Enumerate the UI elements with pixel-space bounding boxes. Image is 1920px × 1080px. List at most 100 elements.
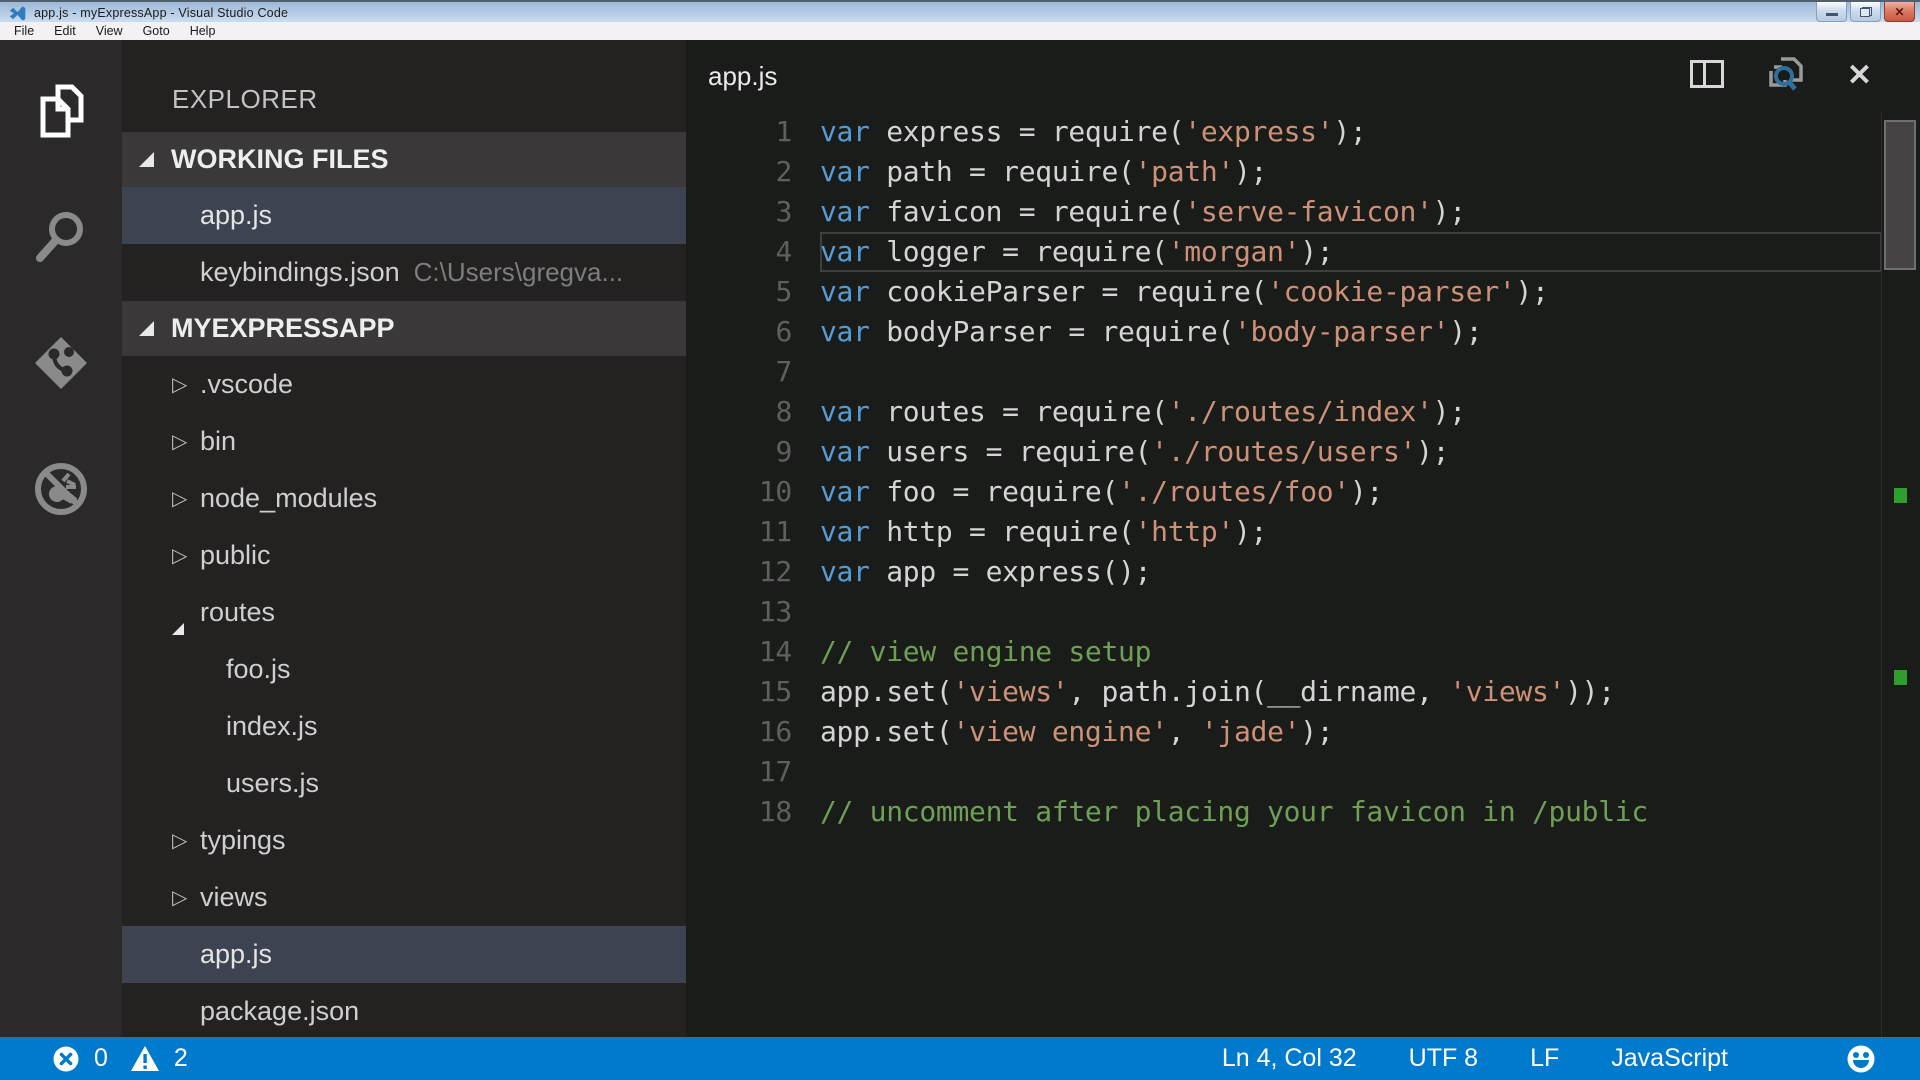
code-line[interactable]: 10var foo = require('./routes/foo');	[686, 472, 1882, 512]
code-token: );	[1433, 195, 1466, 228]
split-editor-icon	[1689, 59, 1725, 89]
code-line[interactable]: 12var app = express();	[686, 552, 1882, 592]
code-line[interactable]: 5var cookieParser = require('cookie-pars…	[686, 272, 1882, 312]
item-label: typings	[200, 825, 286, 856]
tree-folder-routes[interactable]: routes	[122, 584, 686, 641]
tree-folder-typings[interactable]: ▷typings	[122, 812, 686, 869]
section-label: MYEXPRESSAPP	[171, 313, 395, 344]
code-token: );	[1300, 235, 1333, 268]
line-number: 3	[686, 192, 820, 232]
editor-tab-title[interactable]: app.js	[708, 61, 777, 92]
open-preview-icon	[1767, 55, 1805, 93]
code-token: routes = require(	[870, 395, 1168, 428]
code-token: );	[1433, 395, 1466, 428]
code-token: ));	[1565, 675, 1615, 708]
activity-git-button[interactable]	[32, 334, 90, 392]
tree-folder-vscode[interactable]: ▷.vscode	[122, 356, 686, 413]
line-number: 6	[686, 312, 820, 352]
tree-file-users-js[interactable]: users.js	[122, 755, 686, 812]
activity-debug-button[interactable]	[32, 460, 90, 518]
tree-folder-bin[interactable]: ▷bin	[122, 413, 686, 470]
close-editor-button[interactable]: ✕	[1847, 61, 1872, 91]
section-expanded-icon	[139, 321, 154, 336]
menu-help[interactable]: Help	[180, 24, 226, 38]
menu-file[interactable]: File	[4, 24, 44, 38]
editor-scrollbar[interactable]	[1881, 112, 1920, 1037]
code-token: var	[820, 395, 870, 428]
tree-folder-views[interactable]: ▷views	[122, 869, 686, 926]
editor-pane: app.js	[686, 40, 1920, 1037]
tree-file-keybindings-json[interactable]: keybindings.jsonC:\Users\gregva...	[122, 244, 686, 301]
minimize-button[interactable]	[1816, 2, 1847, 22]
eol-indicator[interactable]: LF	[1530, 1044, 1559, 1073]
item-label: node_modules	[200, 483, 377, 514]
tree-folder-node-modules[interactable]: ▷node_modules	[122, 470, 686, 527]
line-number: 5	[686, 272, 820, 312]
warning-icon	[130, 1045, 160, 1072]
item-label: index.js	[226, 711, 318, 742]
code-area[interactable]: 1var express = require('express');2var p…	[686, 112, 1882, 1037]
line-content: var bodyParser = require('body-parser');	[820, 312, 1882, 352]
file-tree: WORKING FILESapp.jskeybindings.jsonC:\Us…	[122, 132, 686, 1037]
code-line[interactable]: 17	[686, 752, 1882, 792]
tree-folder-public[interactable]: ▷public	[122, 527, 686, 584]
code-token: './routes/index'	[1168, 395, 1433, 428]
split-editor-button[interactable]	[1689, 59, 1725, 94]
line-number: 10	[686, 472, 820, 512]
feedback-smiley-button[interactable]	[1846, 1044, 1876, 1074]
encoding-indicator[interactable]: UTF 8	[1409, 1044, 1478, 1073]
line-content: var path = require('path');	[820, 152, 1882, 192]
code-token: // uncomment after placing your favicon …	[820, 795, 1648, 828]
tree-file-app-js[interactable]: app.js	[122, 187, 686, 244]
code-line[interactable]: 15app.set('views', path.join(__dirname, …	[686, 672, 1882, 712]
menu-view[interactable]: View	[86, 24, 133, 38]
tree-file-app-js[interactable]: app.js	[122, 926, 686, 983]
activity-search-button[interactable]	[32, 208, 90, 266]
code-token: );	[1449, 315, 1482, 348]
code-line[interactable]: 7	[686, 352, 1882, 392]
code-line[interactable]: 6var bodyParser = require('body-parser')…	[686, 312, 1882, 352]
code-line[interactable]: 2var path = require('path');	[686, 152, 1882, 192]
line-number: 16	[686, 712, 820, 752]
code-token: );	[1333, 115, 1366, 148]
line-content: app.set('views', path.join(__dirname, 'v…	[820, 672, 1882, 712]
code-token: http = require(	[870, 515, 1135, 548]
code-token: 'body-parser'	[1234, 315, 1449, 348]
menu-edit[interactable]: Edit	[44, 24, 86, 38]
code-token: var	[820, 155, 870, 188]
code-line[interactable]: 14// view engine setup	[686, 632, 1882, 672]
tree-file-package-json[interactable]: package.json	[122, 983, 686, 1037]
tree-file-index-js[interactable]: index.js	[122, 698, 686, 755]
line-number: 4	[686, 232, 820, 272]
problems-status[interactable]: 0 2	[0, 1044, 188, 1073]
section-header-myexpressapp[interactable]: MYEXPRESSAPP	[122, 301, 686, 356]
chevron-expanded-icon	[172, 601, 200, 624]
code-token: 'serve-favicon'	[1184, 195, 1432, 228]
scrollbar-thumb[interactable]	[1884, 120, 1916, 270]
menu-goto[interactable]: Goto	[133, 24, 180, 38]
section-header-working-files[interactable]: WORKING FILES	[122, 132, 686, 187]
line-content: // uncomment after placing your favicon …	[820, 792, 1882, 832]
code-line[interactable]: 16app.set('view engine', 'jade');	[686, 712, 1882, 752]
line-number: 14	[686, 632, 820, 672]
status-bar: 0 2 Ln 4, Col 32 UTF 8 LF JavaScript	[0, 1037, 1920, 1080]
code-token: app.set(	[820, 715, 952, 748]
code-line[interactable]: 9var users = require('./routes/users');	[686, 432, 1882, 472]
line-number: 12	[686, 552, 820, 592]
close-window-button[interactable]: ✕	[1884, 2, 1915, 22]
restore-button[interactable]	[1850, 2, 1881, 22]
code-line[interactable]: 13	[686, 592, 1882, 632]
code-token: express = require(	[870, 115, 1185, 148]
code-line[interactable]: 11var http = require('http');	[686, 512, 1882, 552]
code-token: , path.join(__dirname,	[1068, 675, 1449, 708]
code-line[interactable]: 18// uncomment after placing your favico…	[686, 792, 1882, 832]
code-line[interactable]: 3var favicon = require('serve-favicon');	[686, 192, 1882, 232]
code-line[interactable]: 8var routes = require('./routes/index');	[686, 392, 1882, 432]
code-line[interactable]: 4var logger = require('morgan');	[686, 232, 1882, 272]
cursor-position[interactable]: Ln 4, Col 32	[1222, 1044, 1357, 1073]
open-preview-button[interactable]	[1767, 55, 1805, 98]
language-indicator[interactable]: JavaScript	[1611, 1044, 1728, 1073]
activity-explorer-button[interactable]	[32, 82, 90, 140]
code-line[interactable]: 1var express = require('express');	[686, 112, 1882, 152]
tree-file-foo-js[interactable]: foo.js	[122, 641, 686, 698]
